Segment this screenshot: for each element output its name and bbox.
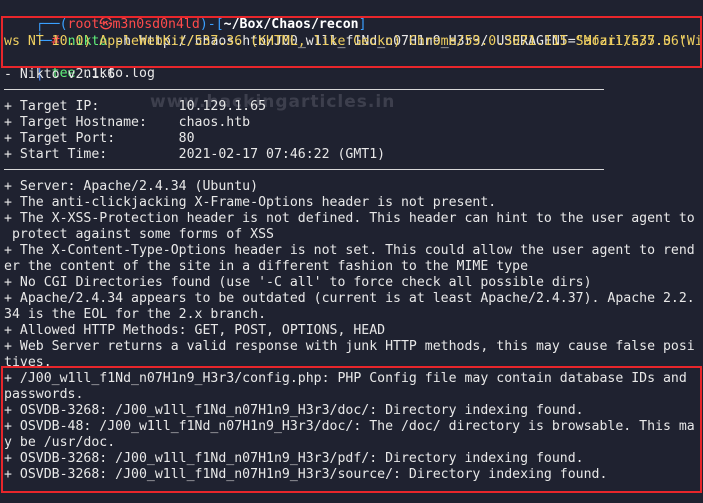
finding-line: tives. [4,355,52,370]
target-ip: + Target IP: 10.129.1.65 [4,99,267,114]
finding-line: + Web Server returns a valid response wi… [4,339,695,354]
finding-line: + Apache/2.4.34 appears to be outdated (… [4,291,695,306]
target-port: + Target Port: 80 [4,131,195,146]
highlighted-finding: + OSVDB-48: /J00_w1ll_f1Nd_n07H1n9_H3r3/… [4,419,695,434]
finding-line: + The anti-clickjacking X-Frame-Options … [4,195,497,210]
finding-line: protect against some forms of XSS [4,227,274,242]
finding-line: + The X-XSS-Protection header is not def… [4,211,695,226]
finding-line: 34 is the EOL for the 2.x branch. [4,307,267,322]
command-line-1[interactable]: └─# nikto -h http://chaos.htb/J00_w1ll_f… [4,18,703,49]
finding-line: er the content of the site in a differen… [4,259,529,274]
finding-line: + Server: Apache/2.4.34 (Ubuntu) [4,179,259,194]
finding-line: + The X-Content-Type-Options header is n… [4,243,695,258]
nikto-version: - Nikto v2.1.6 [4,67,116,82]
command-line-3: | tee nikto.log [4,50,155,81]
highlighted-finding: passwords. [4,387,84,402]
command-line-2: ws NT 10.0) AppleWebKit/537.36 (KHTML, l… [4,34,687,49]
highlighted-finding: y be /usr/doc. [4,435,116,450]
divider [4,89,604,90]
highlighted-finding: + /J00_w1ll_f1Nd_n07H1n9_H3r3/config.php… [4,371,687,386]
finding-line: + No CGI Directories found (use '-C all'… [4,275,592,290]
divider [4,169,604,170]
target-hostname: + Target Hostname: chaos.htb [4,115,251,130]
finding-line: + Allowed HTTP Methods: GET, POST, OPTIO… [4,323,386,338]
prompt-line: ┌──(root㉿m3n0sd0n4ld)-[~/Box/Chaos/recon… [4,1,367,32]
highlighted-finding: + OSVDB-3268: /J00_w1ll_f1Nd_n07H1n9_H3r… [4,451,584,466]
highlighted-finding: + OSVDB-3268: /J00_w1ll_f1Nd_n07H1n9_H3r… [4,403,584,418]
start-time: + Start Time: 2021-02-17 07:46:22 (GMT1) [4,147,386,162]
highlighted-finding: + OSVDB-3268: /J00_w1ll_f1Nd_n07H1n9_H3r… [4,467,608,482]
terminal-window[interactable]: ┌──(root㉿m3n0sd0n4ld)-[~/Box/Chaos/recon… [0,0,703,503]
